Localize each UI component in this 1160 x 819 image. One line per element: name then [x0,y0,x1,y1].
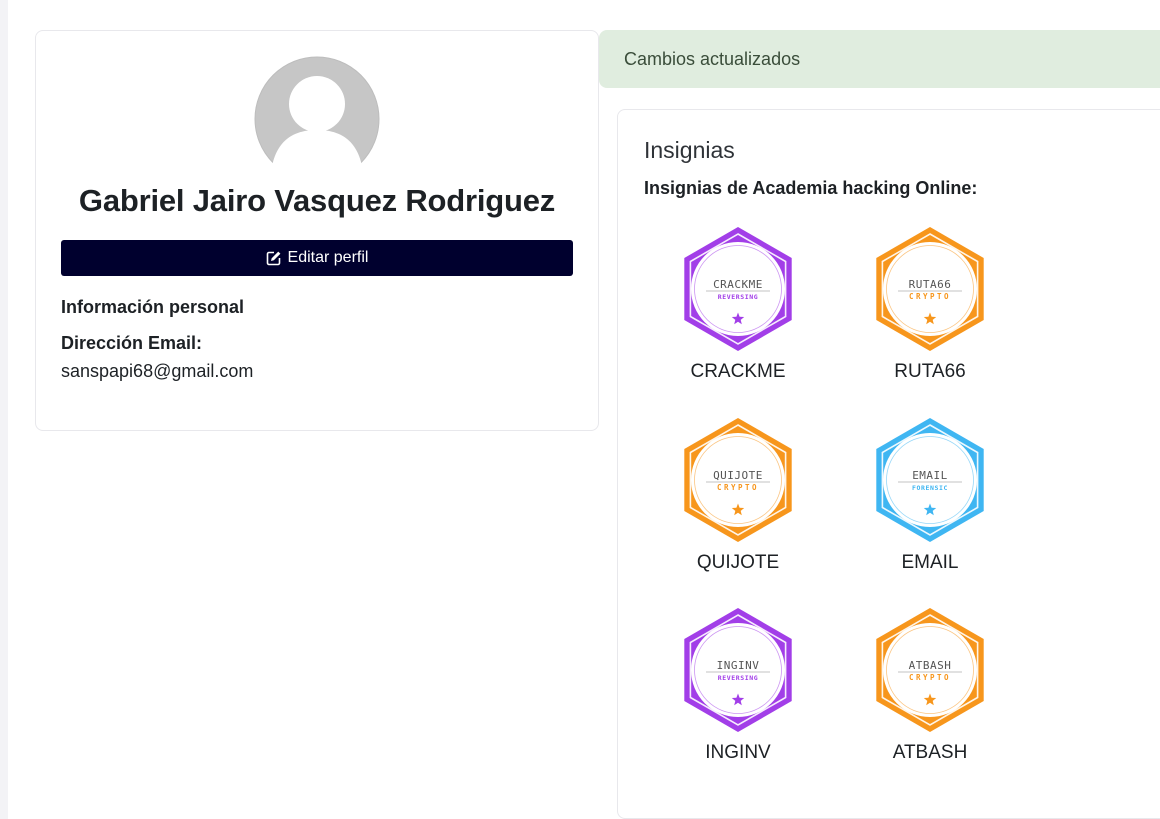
badge-email[interactable]: EMAIL FORENSIC EMAIL [845,417,1015,574]
avatar [254,56,380,166]
profile-card: Gabriel Jairo Vasquez Rodriguez Editar p… [35,30,599,431]
badge-atbash[interactable]: ATBASH CRYPTO ATBASH [845,607,1015,764]
badge-name: RUTA66 [894,361,966,382]
alert-message: Cambios actualizados [624,48,801,69]
badge-category-text: CRYPTO [717,483,759,492]
badge-category-text: CRYPTO [909,292,951,301]
badge-quijote[interactable]: QUIJOTE CRYPTO QUIJOTE [653,417,823,574]
badge-logo-text: QUIJOTE [713,469,763,482]
badge-logo-text: RUTA66 [909,278,952,291]
edit-profile-label: Editar perfil [287,249,369,266]
badge-category-text: REVERSING [718,674,759,682]
badge-name: CRACKME [690,361,786,382]
badge-hexagon-icon: CRACKME REVERSING [684,227,792,351]
email-value: sanspapi68@gmail.com [61,361,254,381]
badge-ruta66[interactable]: RUTA66 CRYPTO RUTA66 [845,226,1015,383]
badge-name: ATBASH [892,742,968,763]
badge-logo-text: INGINV [717,659,760,672]
badge-hexagon-icon: INGINV REVERSING [684,608,792,732]
user-avatar-icon [254,56,380,166]
edit-profile-button[interactable]: Editar perfil [61,240,573,276]
badge-hexagon-icon: EMAIL FORENSIC [876,418,984,542]
badges-subheading: Insignias de Academia hacking Online: [644,178,978,198]
page: Gabriel Jairo Vasquez Rodriguez Editar p… [8,0,1160,819]
badges-heading: Insignias [644,137,735,163]
badge-name: QUIJOTE [696,552,780,573]
badge-logo-text: CRACKME [713,278,763,291]
badge-hexagon-icon: RUTA66CRYPTO [876,227,984,351]
badge-crackme[interactable]: CRACKME REVERSING CRACKME [653,226,823,383]
email-label: Dirección Email: [61,333,203,353]
profile-full-name: Gabriel Jairo Vasquez Rodriguez [78,183,556,218]
badge-category-text: CRYPTO [909,673,951,682]
badge-inginv[interactable]: INGINV REVERSING INGINV [653,607,823,764]
badge-name: INGINV [705,742,771,763]
badge-category-text: FORENSIC [912,484,948,492]
pencil-square-icon [266,251,280,266]
badge-logo-text: EMAIL [912,469,948,482]
success-alert: Cambios actualizados [599,30,1160,88]
badge-name: EMAIL [901,552,959,573]
badges-card: Insignias Insignias de Academia hacking … [617,109,1160,819]
badge-category-text: REVERSING [718,293,759,301]
badge-hexagon-icon: ATBASHCRYPTO [876,608,984,732]
badge-logo-text: ATBASH [909,659,952,672]
badge-hexagon-icon: QUIJOTECRYPTO [684,418,792,542]
personal-info-title: Información personal [61,297,245,317]
